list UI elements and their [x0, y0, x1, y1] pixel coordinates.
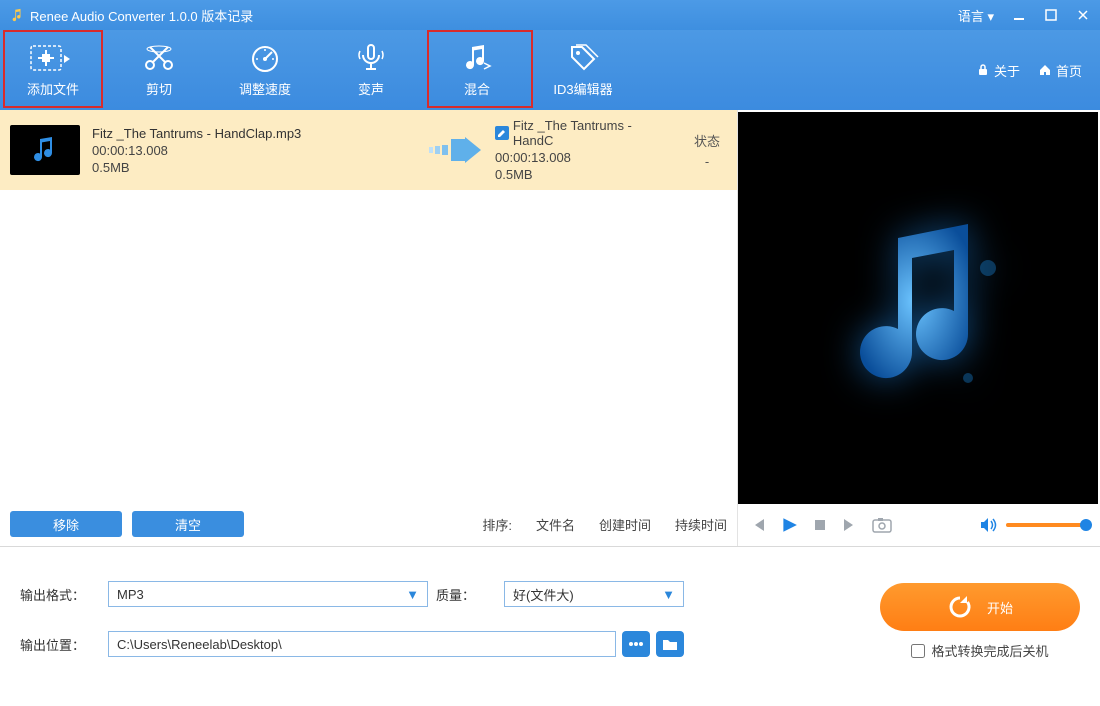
preview-pane	[738, 112, 1098, 546]
music-note-icon	[818, 208, 1018, 408]
refresh-icon	[947, 594, 973, 620]
toolbar-add-file[interactable]: 添加文件	[0, 30, 106, 110]
toolbar-cut[interactable]: 剪切	[106, 30, 212, 110]
status-label: 状态	[687, 131, 727, 150]
app-icon	[10, 8, 24, 22]
minimize-button[interactable]	[1012, 8, 1026, 22]
player-play-button[interactable]	[780, 516, 798, 534]
output-panel: 输出格式： MP3▼ 质量： 好(文件大)▼ 输出位置： C:\Users\Re…	[0, 546, 1100, 706]
volume-slider[interactable]	[1006, 523, 1086, 527]
file-list-pane: Fitz _The Tantrums - HandClap.mp3 00:00:…	[0, 110, 738, 546]
close-button[interactable]	[1076, 8, 1090, 22]
output-format-label: 输出格式：	[20, 585, 100, 604]
shutdown-checkbox[interactable]: 格式转换完成后关机	[911, 641, 1048, 660]
scissors-icon	[142, 43, 176, 73]
output-filename: Fitz _The Tantrums - HandC	[513, 118, 675, 148]
chevron-down-icon: ▼	[406, 587, 419, 602]
about-link[interactable]: 关于	[976, 61, 1020, 80]
convert-arrow-icon	[427, 135, 483, 165]
player-stop-button[interactable]	[812, 517, 828, 533]
source-duration: 00:00:13.008	[92, 143, 301, 158]
more-path-button[interactable]	[622, 631, 650, 657]
main-toolbar: 添加文件 剪切 调整速度 变声 混合	[0, 30, 1100, 110]
sort-label: 排序:	[482, 515, 512, 534]
output-location-input[interactable]: C:\Users\Reneelab\Desktop\	[108, 631, 616, 657]
status-value: -	[687, 154, 727, 169]
sort-by-filename[interactable]: 文件名	[536, 515, 575, 534]
start-button[interactable]: 开始	[880, 583, 1080, 631]
file-list: Fitz _The Tantrums - HandClap.mp3 00:00:…	[0, 110, 737, 502]
open-folder-button[interactable]	[656, 631, 684, 657]
player-next-button[interactable]	[842, 517, 858, 533]
quality-select[interactable]: 好(文件大)▼	[504, 581, 684, 607]
output-format-select[interactable]: MP3▼	[108, 581, 428, 607]
sort-by-created[interactable]: 创建时间	[599, 515, 651, 534]
home-link[interactable]: 首页	[1038, 61, 1082, 80]
chevron-down-icon: ▼	[662, 587, 675, 602]
music-mix-icon	[460, 43, 494, 73]
edit-output-icon[interactable]	[495, 126, 509, 140]
language-menu[interactable]: 语言 ▾	[958, 6, 994, 25]
list-actions: 移除 清空 排序: 文件名 创建时间 持续时间	[0, 502, 737, 546]
toolbar-voice-change[interactable]: 变声	[318, 30, 424, 110]
toolbar-speed[interactable]: 调整速度	[212, 30, 318, 110]
film-add-icon	[30, 43, 76, 73]
maximize-button[interactable]	[1044, 8, 1058, 22]
quality-label: 质量：	[436, 585, 496, 604]
file-thumbnail	[10, 125, 80, 175]
tag-icon	[566, 43, 600, 73]
player-prev-button[interactable]	[750, 517, 766, 533]
gauge-icon	[248, 43, 282, 73]
output-location-label: 输出位置：	[20, 635, 100, 654]
sort-by-duration[interactable]: 持续时间	[675, 515, 727, 534]
volume-icon[interactable]	[980, 517, 998, 533]
preview-canvas	[738, 112, 1098, 504]
source-filename: Fitz _The Tantrums - HandClap.mp3	[92, 126, 301, 141]
remove-button[interactable]: 移除	[10, 511, 122, 537]
app-title: Renee Audio Converter 1.0.0 版本记录	[30, 6, 253, 25]
file-row[interactable]: Fitz _The Tantrums - HandClap.mp3 00:00:…	[0, 110, 737, 190]
microphone-icon	[354, 43, 388, 73]
player-controls	[738, 504, 1098, 546]
player-snapshot-button[interactable]	[872, 517, 892, 533]
source-size: 0.5MB	[92, 160, 301, 175]
clear-button[interactable]: 清空	[132, 511, 244, 537]
toolbar-id3-editor[interactable]: ID3编辑器	[530, 30, 636, 110]
output-duration: 00:00:13.008	[495, 150, 675, 165]
shutdown-checkbox-input[interactable]	[911, 644, 925, 658]
toolbar-mix[interactable]: 混合	[424, 30, 530, 110]
home-icon	[1038, 63, 1052, 77]
lock-icon	[976, 63, 990, 77]
title-bar: Renee Audio Converter 1.0.0 版本记录 语言 ▾	[0, 0, 1100, 30]
output-size: 0.5MB	[495, 167, 675, 182]
